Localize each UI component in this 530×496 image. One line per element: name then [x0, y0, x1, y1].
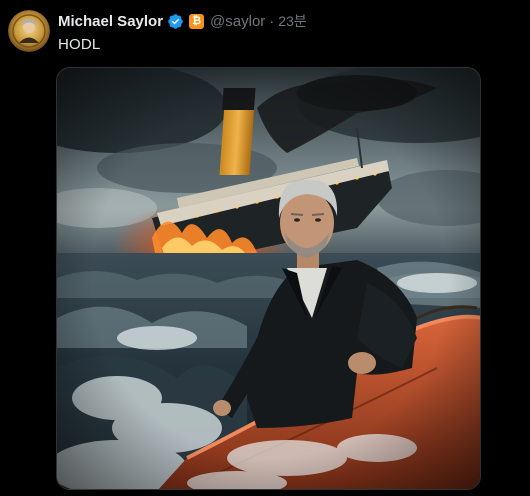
author-handle[interactable]: @saylor: [210, 13, 265, 30]
post-image[interactable]: [56, 67, 481, 490]
post-timestamp[interactable]: 23분: [278, 11, 306, 31]
author-avatar[interactable]: [8, 10, 50, 52]
tweet-text: HODL: [58, 36, 101, 53]
header-separator: ·: [269, 12, 275, 30]
man-in-lifeboat-image: [57, 68, 480, 489]
author-display-name[interactable]: Michael Saylor: [58, 13, 163, 30]
verified-badge-icon: [167, 13, 184, 30]
tweet[interactable]: Michael Saylor ₿ @saylor · 23분 HODL: [0, 0, 530, 496]
bitcoin-badge-icon[interactable]: ₿: [189, 13, 205, 29]
tweet-header: Michael Saylor ₿ @saylor · 23분: [58, 11, 307, 31]
avatar-image: [8, 10, 50, 52]
